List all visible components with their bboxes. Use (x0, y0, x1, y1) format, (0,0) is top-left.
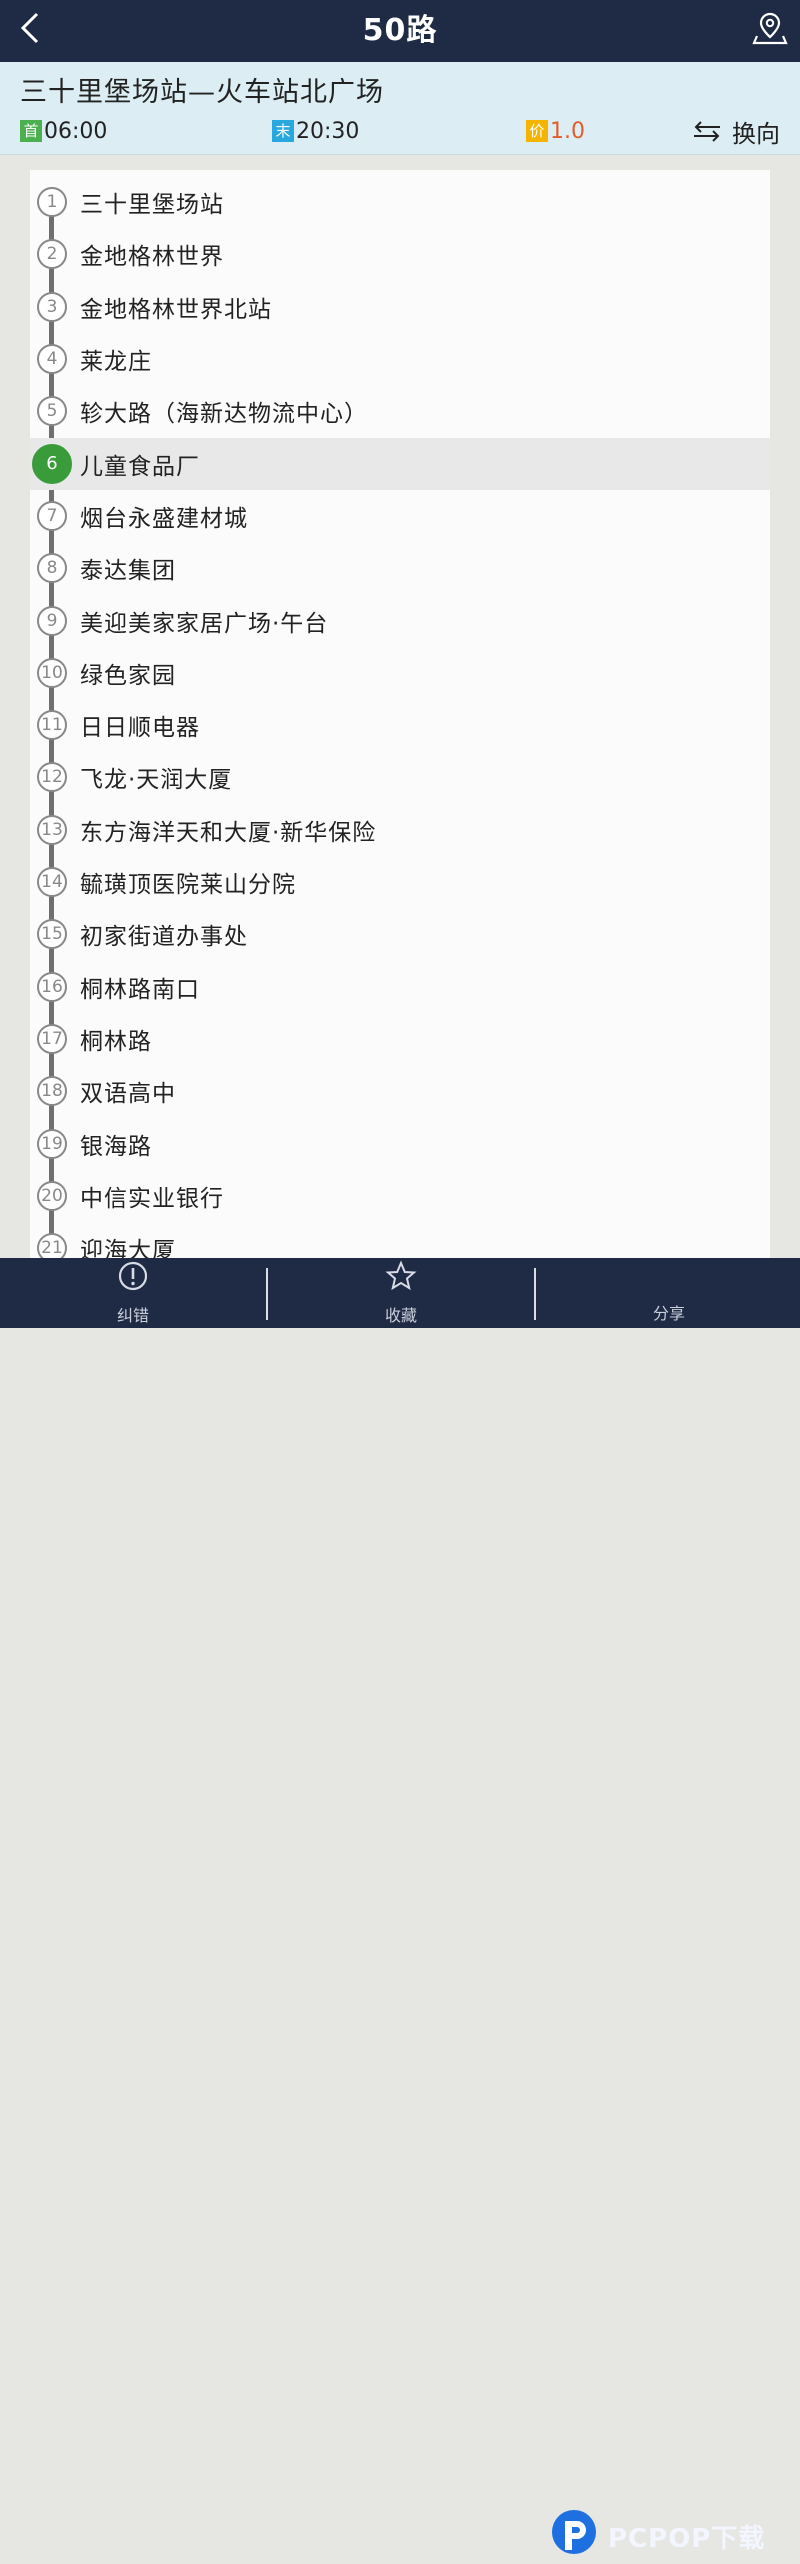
route-info-bar: 三十里堡场站—火车站北广场 首 06:00 末 20:30 价 1.0 换向 (0, 62, 800, 155)
stop-item[interactable]: 12 飞龙·天润大厦 (30, 751, 770, 803)
stop-name: 美迎美家家居广场·午台 (80, 610, 329, 637)
stop-number: 2 (37, 239, 67, 270)
stop-item[interactable]: 3 金地格林世界北站 (30, 281, 770, 333)
share-label: 分享 (652, 1304, 685, 1323)
stop-name: 毓璜顶医院莱山分院 (80, 872, 296, 899)
watermark: PCPOP下载 (548, 2508, 765, 2564)
stop-item[interactable]: 7 烟台永盛建材城 (30, 490, 770, 542)
first-bus-time-value: 06:00 (44, 118, 108, 144)
map-pin-icon (752, 10, 788, 50)
stop-name: 双语高中 (80, 1081, 176, 1108)
stop-number: 12 (37, 762, 67, 793)
stop-item[interactable]: 19 银海路 (30, 1117, 770, 1169)
share-button[interactable]: 分享 (536, 1258, 800, 1328)
stop-name: 绿色家园 (80, 662, 176, 689)
report-error-label: 纠错 (116, 1306, 149, 1325)
stop-list[interactable]: 1 三十里堡场站 2 金地格林世界 3 金地格林世界北站 4 莱龙庄 5 轸大路（海新达物流中心）… (30, 170, 770, 1260)
stop-item[interactable]: 16 桐林路南口 (30, 961, 770, 1013)
stop-number: 21 (37, 1233, 67, 1260)
stop-number: 8 (37, 553, 67, 584)
stop-item[interactable]: 1 三十里堡场站 (30, 176, 770, 228)
stop-number: 7 (37, 500, 67, 531)
route-name: 三十里堡场站—火车站北广场 (20, 77, 384, 108)
report-error-button[interactable]: 纠错 (0, 1258, 266, 1328)
stop-name: 飞龙·天润大厦 (80, 767, 233, 794)
stop-number: 16 (37, 971, 67, 1002)
stop-number: 17 (37, 1023, 67, 1054)
stop-item[interactable]: 18 双语高中 (30, 1065, 770, 1117)
favorite-button[interactable]: 收藏 (268, 1258, 534, 1328)
stop-item[interactable]: 13 东方海洋天和大厦·新华保险 (30, 804, 770, 856)
star-icon (385, 1260, 417, 1296)
stop-name: 金地格林世界 (80, 244, 224, 271)
switch-direction-button[interactable]: 换向 (692, 114, 780, 148)
stop-name: 银海路 (80, 1133, 152, 1160)
first-bus-time: 首 06:00 (20, 116, 107, 146)
last-bus-badge: 末 (272, 120, 294, 142)
stop-number: 3 (37, 291, 67, 322)
stop-number: 5 (37, 396, 67, 427)
stop-item[interactable]: 11 日日顺电器 (30, 699, 770, 751)
favorite-label: 收藏 (384, 1306, 417, 1325)
stop-number: 10 (37, 657, 67, 688)
stop-item[interactable]: 14 毓璜顶医院莱山分院 (30, 856, 770, 908)
stop-item[interactable]: 15 初家街道办事处 (30, 908, 770, 960)
fare-value: 1.0 (550, 118, 585, 144)
last-bus-time-value: 20:30 (296, 118, 360, 144)
stop-number: 20 (37, 1180, 67, 1211)
fare-badge: 价 (526, 120, 548, 142)
stop-name: 金地格林世界北站 (80, 296, 272, 323)
stop-number: 14 (37, 867, 67, 898)
stop-item[interactable]: 8 泰达集团 (30, 542, 770, 594)
stop-number: 19 (37, 1128, 67, 1159)
map-button[interactable] (748, 8, 792, 52)
stop-name: 桐林路南口 (80, 976, 200, 1003)
stop-number: 9 (37, 605, 67, 636)
stop-name: 轸大路（海新达物流中心） (80, 401, 368, 428)
stop-number: 4 (37, 344, 67, 375)
stop-name: 莱龙庄 (80, 349, 152, 376)
stop-item[interactable]: 4 莱龙庄 (30, 333, 770, 385)
stop-name: 东方海洋天和大厦·新华保险 (80, 819, 377, 846)
stop-item[interactable]: 20 中信实业银行 (30, 1170, 770, 1222)
stop-name: 三十里堡场站 (80, 192, 224, 219)
stop-name: 儿童食品厂 (80, 453, 200, 480)
watermark-logo-icon (548, 2508, 600, 2564)
stop-item[interactable]: 17 桐林路 (30, 1013, 770, 1065)
stop-number: 18 (37, 1076, 67, 1107)
bottom-bar: 纠错 收藏 分享 PCPOP下载 (0, 1258, 800, 2554)
stop-name: 泰达集团 (80, 558, 176, 585)
stop-name: 日日顺电器 (80, 715, 200, 742)
stop-item[interactable]: 2 金地格林世界 (30, 228, 770, 280)
alert-circle-icon (117, 1260, 149, 1296)
fare: 价 1.0 (526, 116, 585, 146)
first-bus-badge: 首 (20, 120, 42, 142)
stop-item[interactable]: 9 美迎美家家居广场·午台 (30, 594, 770, 646)
stop-name: 中信实业银行 (80, 1185, 224, 1212)
stop-name: 初家街道办事处 (80, 924, 248, 951)
stop-name: 迎海大厦 (80, 1238, 176, 1260)
page-title: 50路 (362, 13, 438, 48)
stop-name: 桐林路 (80, 1028, 152, 1055)
stop-number: 11 (37, 710, 67, 741)
stop-number: 15 (37, 919, 67, 950)
stop-number: 6 (32, 443, 72, 484)
stop-item[interactable]: 10 绿色家园 (30, 647, 770, 699)
stop-item[interactable]: 5 轸大路（海新达物流中心） (30, 385, 770, 437)
switch-direction-label: 换向 (732, 119, 780, 148)
stop-number: 13 (37, 814, 67, 845)
route-meta: 首 06:00 末 20:30 价 1.0 换向 (20, 114, 790, 148)
stop-item[interactable]: 21 迎海大厦 (30, 1222, 770, 1260)
last-bus-time: 末 20:30 (272, 116, 359, 146)
top-bar: 50路 (0, 0, 800, 62)
stop-item-current[interactable]: 6 儿童食品厂 (30, 437, 770, 490)
watermark-text: PCPOP下载 (608, 2523, 766, 2554)
swap-arrows-icon (692, 119, 722, 143)
stop-name: 烟台永盛建材城 (80, 505, 248, 532)
stop-number: 1 (37, 187, 67, 218)
